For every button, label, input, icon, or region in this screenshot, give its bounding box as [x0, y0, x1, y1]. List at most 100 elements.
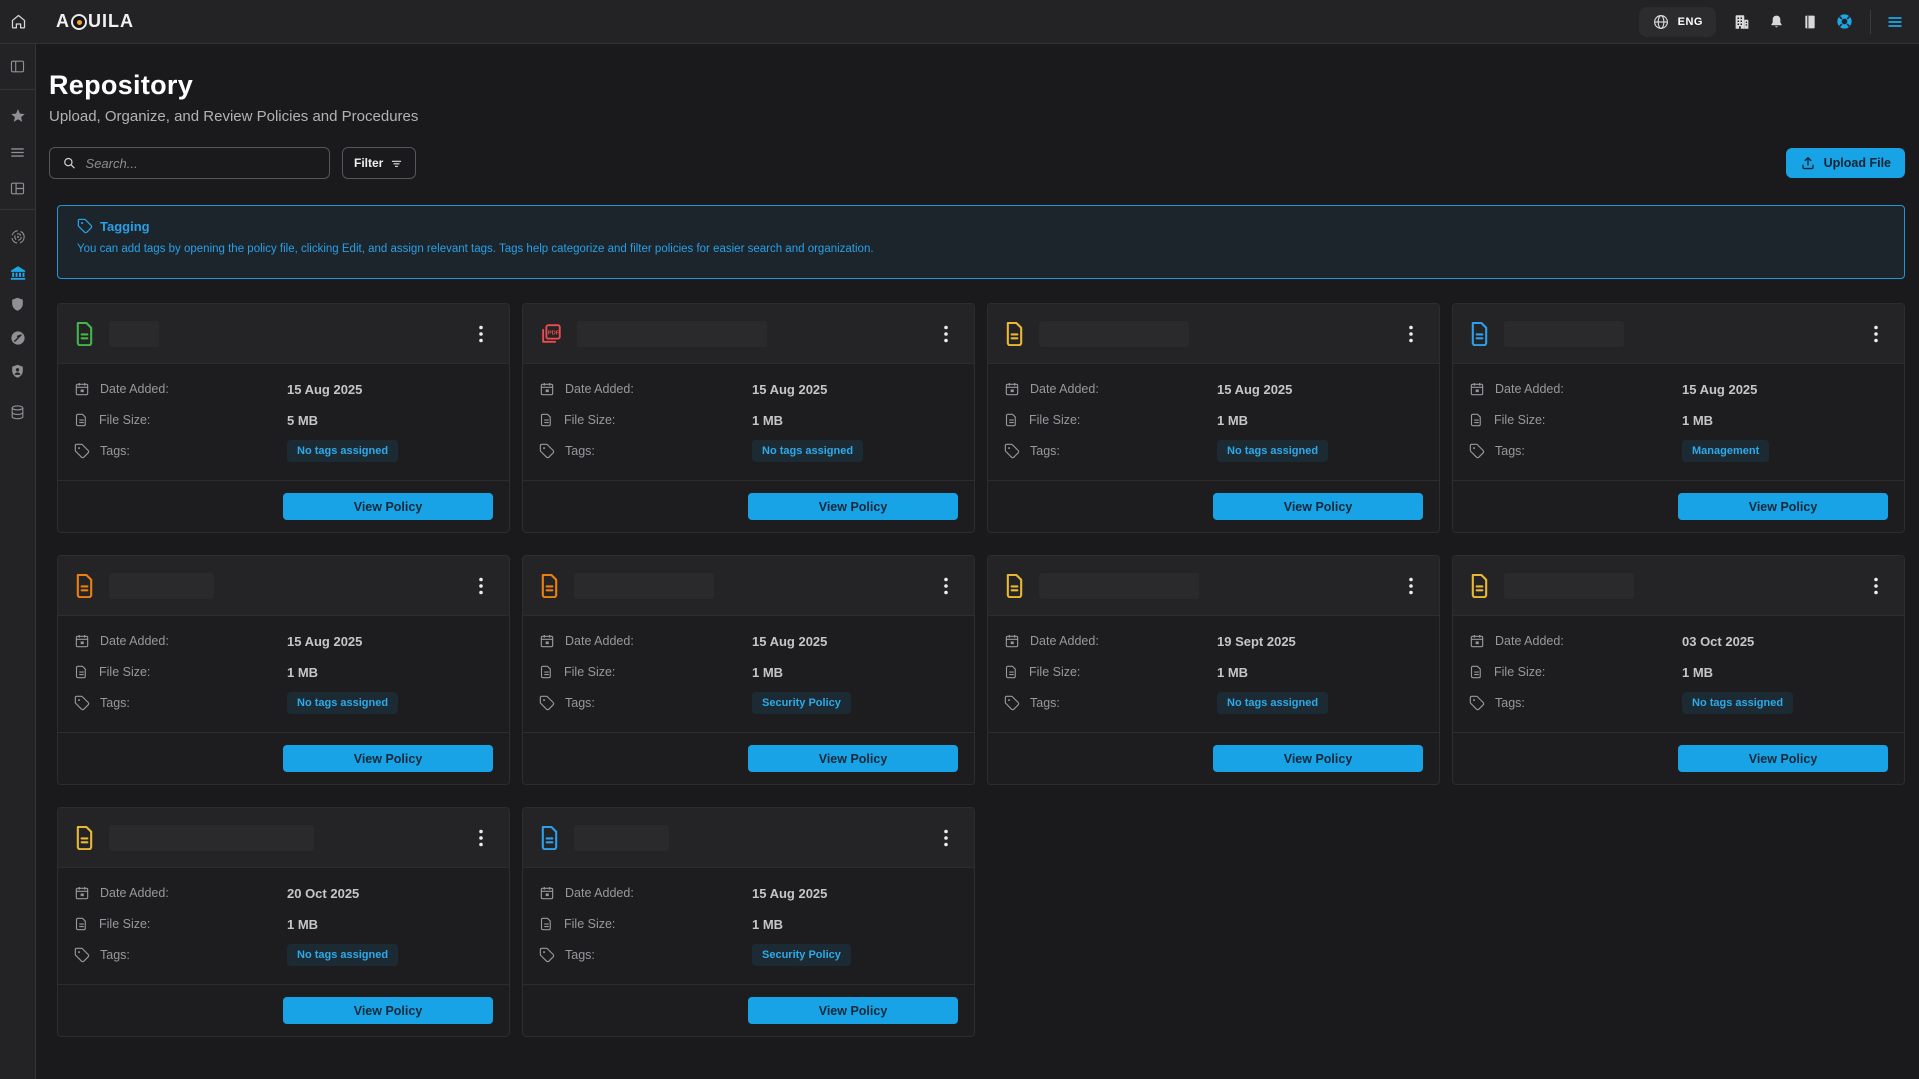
filter-button[interactable]: Filter: [342, 147, 416, 179]
card-footer: View Policy: [58, 732, 509, 784]
policy-card: Date Added: 20 Oct 2025 File Size: 1 MB …: [57, 807, 510, 1037]
language-selector[interactable]: ENG: [1639, 7, 1716, 37]
tag-icon: [539, 947, 555, 963]
support-button[interactable]: [1835, 12, 1854, 31]
policy-card: Date Added: 03 Oct 2025 File Size: 1 MB …: [1452, 555, 1905, 785]
view-policy-button[interactable]: View Policy: [1678, 745, 1888, 772]
sidebar-item-radar[interactable]: [9, 228, 27, 246]
file-size-value: 1 MB: [1217, 665, 1248, 680]
tag-icon: [1469, 695, 1485, 711]
card-footer: View Policy: [58, 984, 509, 1036]
kebab-icon: [944, 325, 948, 343]
view-policy-button[interactable]: View Policy: [748, 745, 958, 772]
tag-icon: [539, 443, 555, 459]
file-icon: [1469, 664, 1484, 680]
card-menu-button[interactable]: [1405, 321, 1417, 347]
policy-card: PDF Date Added: 15 Aug 2025 File Size: 1…: [522, 303, 975, 533]
view-policy-button[interactable]: View Policy: [748, 493, 958, 520]
file-size-row: File Size: 1 MB: [74, 913, 493, 935]
card-menu-button[interactable]: [475, 573, 487, 599]
sidebar-item-layout-panel[interactable]: [9, 58, 26, 75]
file-name-placeholder: [1504, 573, 1634, 599]
file-name-placeholder: [109, 825, 314, 851]
upload-file-button[interactable]: Upload File: [1786, 148, 1905, 178]
tag-icon: [74, 443, 90, 459]
view-policy-button[interactable]: View Policy: [283, 997, 493, 1024]
card-footer: View Policy: [523, 732, 974, 784]
file-size-row: File Size: 1 MB: [1004, 661, 1423, 683]
sidebar-item-favorites[interactable]: [9, 107, 27, 125]
card-header: [1453, 304, 1904, 364]
date-added-value: 19 Sept 2025: [1217, 634, 1296, 649]
card-menu-button[interactable]: [1870, 573, 1882, 599]
view-policy-button[interactable]: View Policy: [1213, 745, 1423, 772]
file-icon: [74, 916, 89, 932]
date-added-value: 15 Aug 2025: [287, 634, 362, 649]
file-icon: [539, 664, 554, 680]
card-menu-button[interactable]: [475, 825, 487, 851]
calendar-icon: [539, 885, 555, 901]
search-input[interactable]: [86, 156, 317, 171]
date-added-value: 15 Aug 2025: [287, 382, 362, 397]
card-body: Date Added: 15 Aug 2025 File Size: 1 MB …: [523, 616, 974, 714]
sidebar-item-database[interactable]: [9, 404, 26, 421]
doc-file-icon: [74, 573, 95, 598]
sidebar-item-gauge[interactable]: [9, 329, 27, 347]
home-button[interactable]: [10, 13, 27, 30]
card-menu-button[interactable]: [1405, 573, 1417, 599]
policy-card: Date Added: 15 Aug 2025 File Size: 1 MB …: [57, 555, 510, 785]
view-policy-button[interactable]: View Policy: [283, 493, 493, 520]
tag-badge: Security Policy: [752, 692, 851, 714]
tags-row: Tags: No tags assigned: [74, 692, 493, 714]
documentation-button[interactable]: [1802, 13, 1818, 31]
date-added-row: Date Added: 15 Aug 2025: [1469, 378, 1888, 400]
file-size-row: File Size: 1 MB: [1469, 409, 1888, 431]
main-menu-button[interactable]: [1884, 13, 1906, 31]
card-menu-button[interactable]: [940, 321, 952, 347]
filter-icon: [389, 156, 404, 171]
view-policy-button[interactable]: View Policy: [748, 997, 958, 1024]
table-layout-icon: [9, 180, 26, 197]
tags-row: Tags: No tags assigned: [74, 440, 493, 462]
tag-badge: No tags assigned: [287, 692, 398, 714]
card-body: Date Added: 15 Aug 2025 File Size: 5 MB …: [58, 364, 509, 462]
doc-file-icon: [539, 825, 560, 850]
sidebar-item-bank[interactable]: [9, 264, 27, 282]
doc-file-icon: [1469, 321, 1490, 346]
file-name-placeholder: [574, 573, 714, 599]
sidebar-item-user-shield[interactable]: [9, 363, 26, 380]
view-policy-button[interactable]: View Policy: [1678, 493, 1888, 520]
card-menu-button[interactable]: [1870, 321, 1882, 347]
book-icon: [1802, 13, 1818, 31]
organization-button[interactable]: [1733, 13, 1751, 31]
tag-badge: No tags assigned: [1682, 692, 1793, 714]
file-type-icon: [539, 573, 560, 598]
calendar-icon: [74, 381, 90, 397]
sidebar: [0, 44, 36, 1079]
file-type-icon: [74, 321, 95, 346]
card-header: [58, 304, 509, 364]
sidebar-item-shield[interactable]: [9, 296, 26, 313]
kebab-icon: [479, 829, 483, 847]
sidebar-item-table-layout[interactable]: [9, 180, 26, 197]
star-icon: [9, 107, 27, 125]
file-name-placeholder: [577, 321, 767, 347]
card-menu-button[interactable]: [475, 321, 487, 347]
sidebar-item-list[interactable]: [9, 144, 26, 161]
view-policy-button[interactable]: View Policy: [1213, 493, 1423, 520]
tags-row: Tags: No tags assigned: [1004, 692, 1423, 714]
date-added-value: 15 Aug 2025: [752, 634, 827, 649]
card-menu-button[interactable]: [940, 573, 952, 599]
search-box[interactable]: [49, 147, 330, 179]
notifications-button[interactable]: [1768, 13, 1785, 31]
list-menu-icon: [9, 144, 26, 161]
view-policy-button[interactable]: View Policy: [283, 745, 493, 772]
banner-title: Tagging: [100, 219, 150, 234]
file-size-row: File Size: 1 MB: [539, 913, 958, 935]
card-footer: View Policy: [988, 480, 1439, 532]
support-ring-icon: [1835, 12, 1854, 31]
filter-label: Filter: [354, 156, 383, 170]
card-menu-button[interactable]: [940, 825, 952, 851]
date-added-value: 15 Aug 2025: [752, 886, 827, 901]
policy-card-grid: Date Added: 15 Aug 2025 File Size: 5 MB …: [57, 303, 1905, 1037]
